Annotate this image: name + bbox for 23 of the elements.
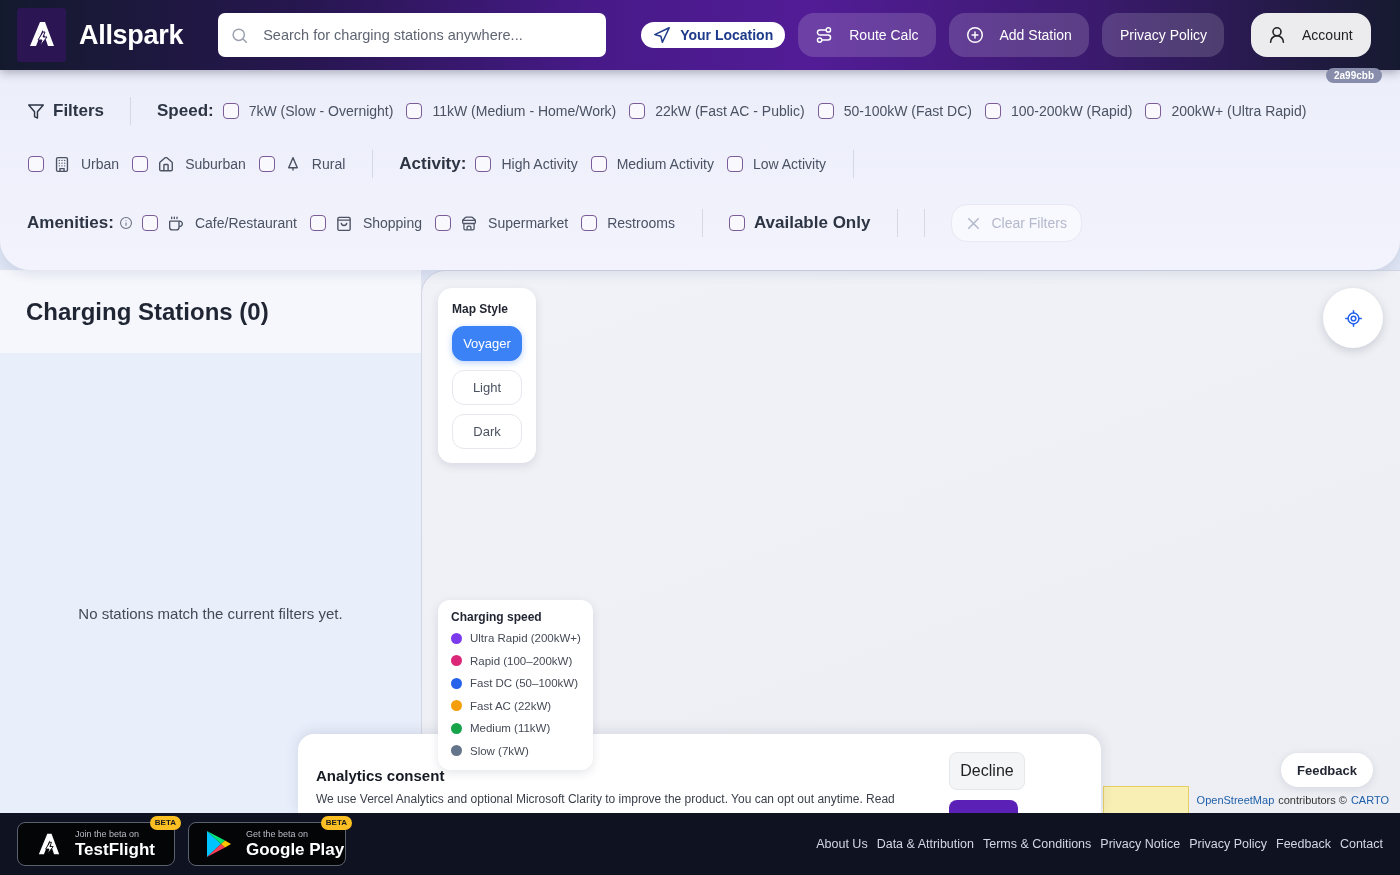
map-style-title: Map Style [452,302,509,316]
version-badge: 2a99cbb [1325,68,1382,83]
legend-title: Charging speed [451,610,543,624]
beta-tag: BETA [320,816,352,830]
legend-label: Medium (11kW) [470,722,551,735]
beta-tag: BETA [149,816,181,830]
attribution-text: contributors © [1278,794,1347,806]
badge-caption: Get the beta on [246,828,310,840]
speed-label: Speed: [157,101,214,121]
legend-label: Ultra Rapid (200kW+) [470,632,581,645]
empty-message: No stations match the current filters yet. [78,605,343,623]
legend-label: Rapid (100–200kW) [470,654,573,667]
legend-label: Fast DC (50–100kW) [470,677,578,690]
store-name: Google Play [246,839,345,860]
brand-name: Allspark [79,19,184,51]
badge-caption: Join the beta on [75,828,141,840]
legend-label: Slow (7kW) [470,744,529,757]
amenities-label: Amenities: [27,213,114,233]
activity-label: Activity: [399,154,467,174]
store-name: TestFlight [75,839,155,860]
filters-title: Filters [53,101,105,121]
legend-label: Fast AC (22kW) [470,699,552,712]
stations-title: Charging Stations (0) [26,297,269,326]
